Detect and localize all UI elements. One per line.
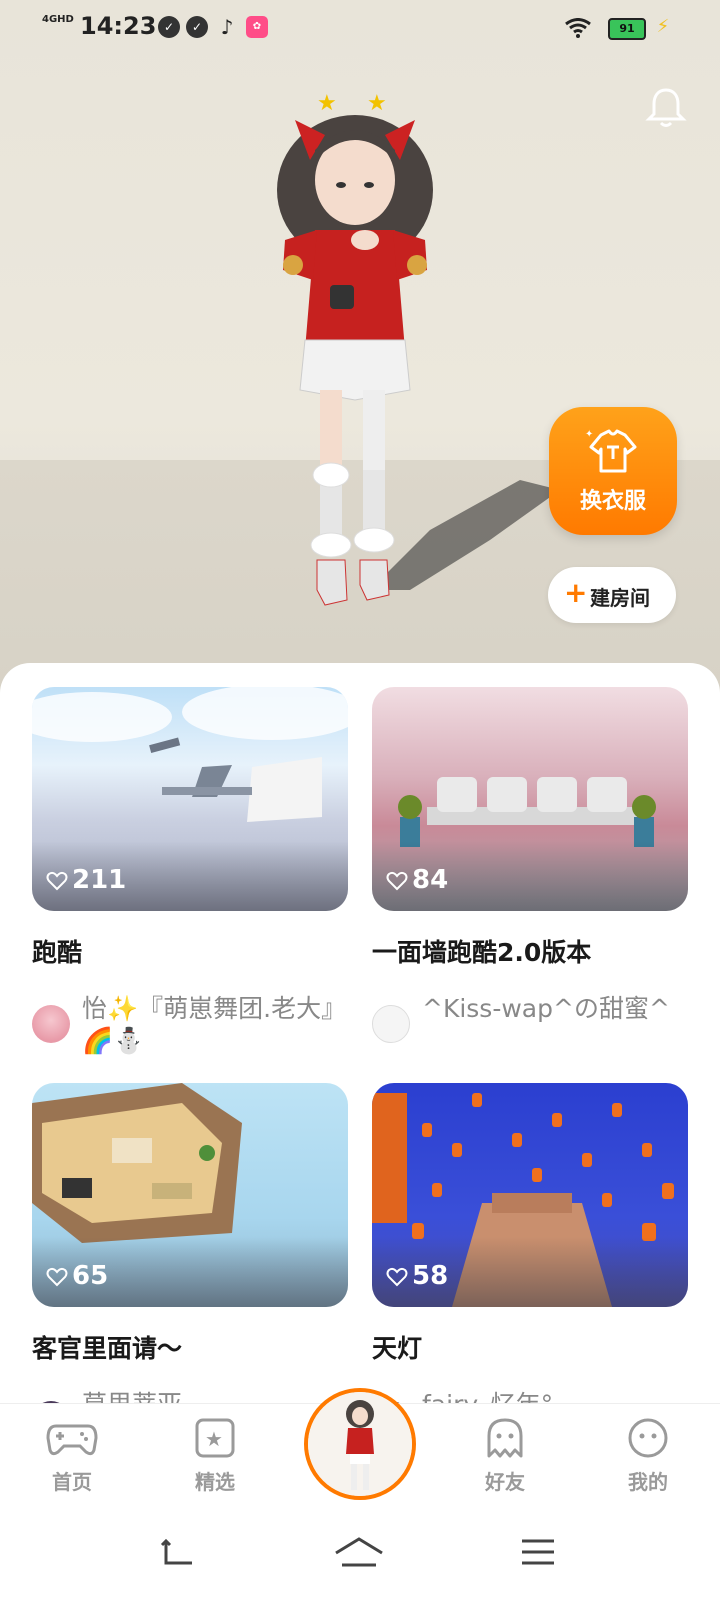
back-icon[interactable]	[160, 1537, 196, 1567]
wifi-icon	[565, 18, 591, 38]
network-indicator: 4GHD	[42, 14, 74, 25]
room-author[interactable]: 莫里蒂亚	[32, 1389, 348, 1403]
tab-featured[interactable]: ★ 精选	[170, 1418, 260, 1495]
notification-icon: ✓	[186, 16, 208, 38]
author-name: fairy_忆年°	[422, 1389, 688, 1403]
status-time: 14:23	[80, 12, 157, 40]
tab-featured-label: 精选	[195, 1470, 235, 1494]
room-thumbnail[interactable]: 58	[372, 1083, 688, 1307]
author-avatar	[32, 1005, 70, 1043]
room-author[interactable]: fairy_忆年°	[372, 1389, 688, 1403]
plus-icon: +	[564, 576, 588, 609]
tab-friends-label: 好友	[485, 1470, 525, 1494]
change-outfit-label: 换衣服	[579, 489, 646, 514]
room-card[interactable]: 84 一面墙跑酷2.0版本 ^Kiss-wap^の甜蜜^	[372, 687, 688, 1063]
system-nav-bar	[0, 1513, 720, 1600]
app-notification-icon: ✿	[246, 16, 268, 38]
bell-icon[interactable]	[644, 86, 688, 130]
like-count-value: 84	[412, 865, 449, 895]
room-thumbnail[interactable]: 84	[372, 687, 688, 911]
room-title: 客官里面请～	[32, 1334, 183, 1363]
avatar-character[interactable]: ★ ★	[255, 80, 455, 625]
room-title: 一面墙跑酷2.0版本	[372, 938, 592, 967]
battery-indicator: 91	[608, 18, 646, 40]
like-count: 211	[46, 865, 126, 895]
room-author[interactable]: 怡✨『萌崽舞团.老大』🌈⛄	[32, 993, 348, 1063]
avatar-stage: 4GHD 14:23 ✓ ✓ ♪ ✿ 91 ⚡ ★ ★ ✦ 换衣服 + 建房间	[0, 0, 720, 700]
charging-icon: ⚡	[656, 16, 670, 37]
heart-icon	[46, 1267, 68, 1287]
author-name: 莫里蒂亚	[82, 1389, 348, 1403]
room-title: 跑酷	[32, 938, 83, 967]
author-avatar	[372, 1005, 410, 1043]
shirt-icon: ✦	[585, 429, 637, 473]
room-feed: 211 跑酷 怡✨『萌崽舞团.老大』🌈⛄ 84 一面墙跑酷2.0版本 ^Kiss…	[0, 663, 720, 1403]
author-name: ^Kiss-wap^の甜蜜^	[422, 994, 670, 1023]
svg-text:✦: ✦	[585, 429, 593, 440]
home-nav-icon[interactable]	[334, 1537, 384, 1569]
change-outfit-button[interactable]: ✦ 换衣服	[549, 407, 677, 535]
tab-home-label: 首页	[52, 1470, 92, 1494]
create-room-button[interactable]: + 建房间	[548, 567, 676, 623]
avatar-tab-button[interactable]	[304, 1388, 416, 1500]
room-thumbnail[interactable]: 211	[32, 687, 348, 911]
svg-text:★: ★	[367, 91, 387, 116]
room-thumbnail[interactable]: 65	[32, 1083, 348, 1307]
like-count: 84	[386, 865, 448, 895]
face-icon	[628, 1418, 668, 1458]
gamepad-icon	[46, 1424, 98, 1456]
like-count: 65	[46, 1261, 108, 1291]
heart-icon	[46, 871, 68, 891]
star-card-icon: ★	[195, 1418, 235, 1458]
create-room-label: 建房间	[590, 586, 650, 610]
svg-text:★: ★	[317, 91, 337, 116]
tiktok-icon: ♪	[220, 15, 234, 39]
status-bar: 4GHD 14:23 ✓ ✓ ♪ ✿ 91 ⚡	[0, 0, 720, 54]
notification-icon: ✓	[158, 16, 180, 38]
avatar-thumbnail	[308, 1392, 412, 1496]
menu-icon[interactable]	[520, 1537, 556, 1567]
room-card[interactable]: 211 跑酷 怡✨『萌崽舞团.老大』🌈⛄	[32, 687, 348, 1063]
author-name: 怡✨『萌崽舞团.老大』🌈⛄	[82, 994, 347, 1055]
heart-icon	[386, 1267, 408, 1287]
like-count: 58	[386, 1261, 448, 1291]
like-count-value: 211	[72, 865, 127, 895]
ghost-icon	[487, 1418, 523, 1458]
room-card[interactable]: 65 客官里面请～ 莫里蒂亚	[32, 1083, 348, 1403]
tab-mine-label: 我的	[628, 1470, 668, 1494]
tab-home[interactable]: 首页	[27, 1418, 117, 1495]
room-author[interactable]: ^Kiss-wap^の甜蜜^	[372, 993, 688, 1063]
like-count-value: 65	[72, 1261, 109, 1291]
like-count-value: 58	[412, 1261, 449, 1291]
svg-text:★: ★	[205, 1427, 223, 1451]
heart-icon	[386, 871, 408, 891]
room-title: 天灯	[372, 1334, 423, 1363]
room-card[interactable]: 58 天灯 fairy_忆年°	[372, 1083, 688, 1403]
tab-mine[interactable]: 我的	[603, 1418, 693, 1495]
tab-friends[interactable]: 好友	[460, 1418, 550, 1495]
